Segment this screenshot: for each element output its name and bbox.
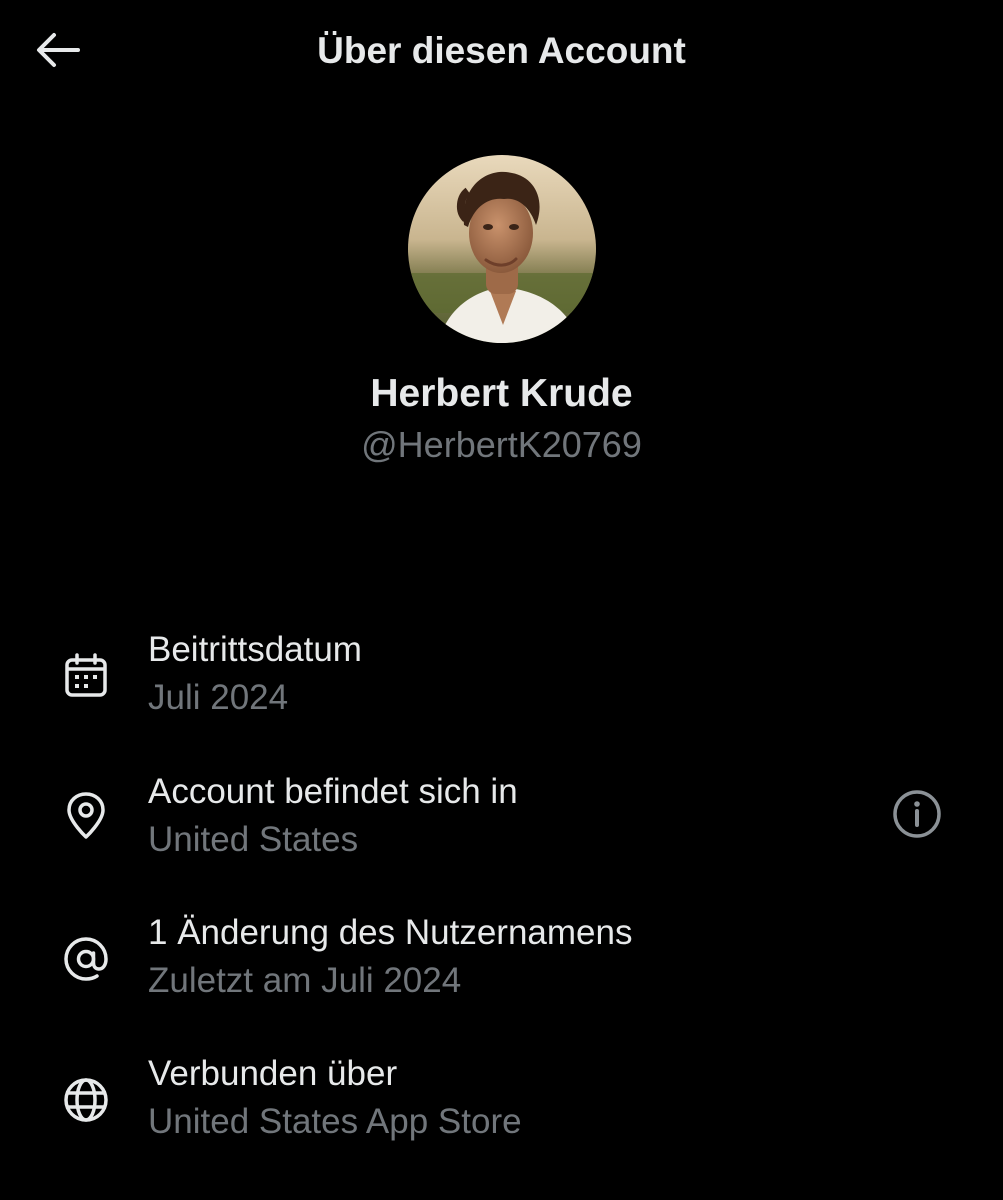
display-name: Herbert Krude [370,372,633,415]
detail-row-connected-via: Verbunden über United States App Store [0,1046,1003,1156]
globe-icon [62,1076,110,1124]
detail-label: Verbunden über [148,1054,398,1093]
info-icon [892,789,942,844]
top-bar: Über diesen Account [0,0,1003,106]
detail-row-username-changes: 1 Änderung des Nutzernamens Zuletzt am J… [0,905,1003,1015]
info-button[interactable] [890,789,944,843]
at-sign-icon [62,935,110,983]
calendar-icon [62,652,110,700]
detail-label: 1 Änderung des Nutzernamens [148,913,633,952]
avatar[interactable] [408,155,596,343]
location-pin-icon [62,792,110,840]
page-title: Über diesen Account [317,30,686,71]
detail-label: Account befindet sich in [148,772,518,811]
detail-value: Juli 2024 [148,678,289,717]
detail-value: United States App Store [148,1102,522,1141]
detail-label: Beitrittsdatum [148,630,362,669]
username-handle: @HerbertK20769 [361,424,642,465]
detail-value: United States [148,820,359,859]
detail-row-join-date: Beitrittsdatum Juli 2024 [0,622,1003,732]
detail-row-location: Account befindet sich in United States [0,764,1003,874]
detail-value: Zuletzt am Juli 2024 [148,961,462,1000]
